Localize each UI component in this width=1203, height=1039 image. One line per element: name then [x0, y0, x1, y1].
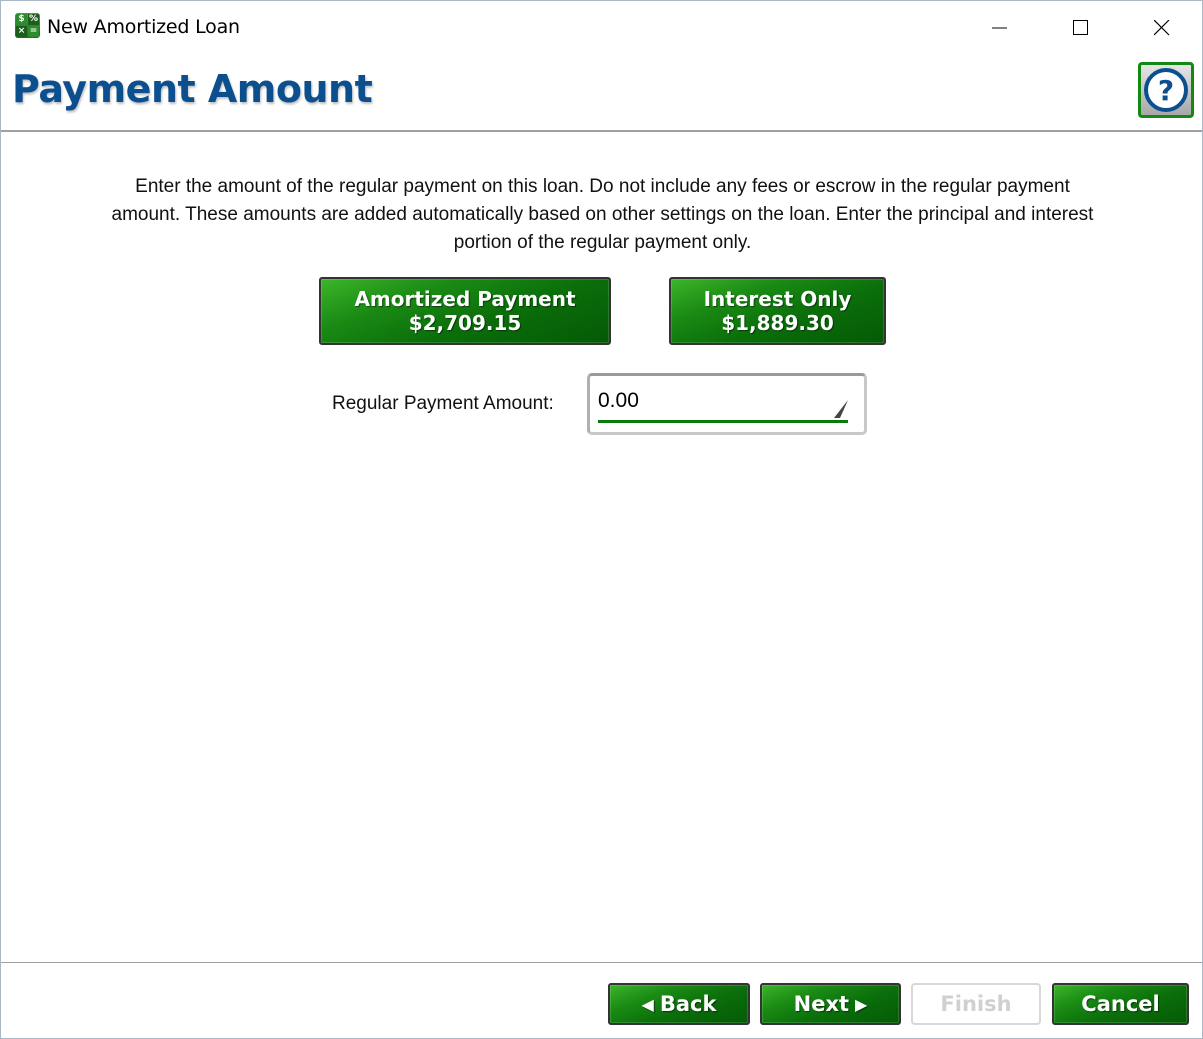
- next-button[interactable]: Next ▶: [760, 983, 901, 1025]
- interest-only-amount: $1,889.30: [721, 311, 834, 335]
- title-bar: $ % × = New Amortized Loan: [1, 1, 1202, 55]
- multiply-glyph: ×: [16, 26, 27, 37]
- finish-button[interactable]: Finish: [911, 983, 1041, 1025]
- cancel-button[interactable]: Cancel: [1052, 983, 1189, 1025]
- regular-payment-input[interactable]: [598, 386, 838, 416]
- instructions-text: Enter the amount of the regular payment …: [111, 176, 1094, 253]
- minimize-icon: [992, 27, 1007, 29]
- percent-glyph: %: [28, 14, 39, 25]
- help-button[interactable]: ?: [1138, 62, 1194, 118]
- maximize-icon: [1073, 20, 1088, 35]
- minimize-button[interactable]: [977, 11, 1023, 45]
- calculator-app-icon: $ % × =: [15, 13, 40, 38]
- back-button[interactable]: ◀ Back: [608, 983, 750, 1025]
- regular-payment-field[interactable]: [587, 373, 867, 435]
- cancel-label: Cancel: [1081, 992, 1160, 1016]
- field-underline: [598, 420, 848, 423]
- dollar-glyph: $: [16, 14, 27, 25]
- amortized-payment-label: Amortized Payment: [354, 287, 576, 311]
- footer-divider: [1, 962, 1202, 963]
- close-button[interactable]: [1139, 11, 1185, 45]
- resize-corner-icon: [834, 400, 848, 418]
- dialog-window: $ % × = New Amortized Loan Payment Amoun…: [0, 0, 1203, 1039]
- back-label: Back: [659, 992, 717, 1016]
- regular-payment-label: Regular Payment Amount:: [332, 393, 554, 414]
- back-arrow-icon: ◀: [641, 994, 654, 1014]
- amortized-payment-button[interactable]: Amortized Payment $2,709.15: [319, 277, 611, 345]
- next-arrow-icon: ▶: [855, 994, 868, 1014]
- header-divider: [1, 130, 1202, 132]
- next-label: Next: [793, 992, 850, 1016]
- amortized-payment-amount: $2,709.15: [408, 311, 522, 335]
- page-title: Payment Amount: [12, 67, 373, 111]
- help-question-icon: ?: [1144, 68, 1188, 112]
- maximize-button[interactable]: [1058, 11, 1104, 45]
- finish-label: Finish: [940, 992, 1012, 1016]
- window-title: New Amortized Loan: [47, 16, 240, 38]
- equals-glyph: =: [28, 26, 39, 37]
- close-icon: [1154, 20, 1170, 36]
- interest-only-label: Interest Only: [703, 287, 852, 311]
- interest-only-button[interactable]: Interest Only $1,889.30: [669, 277, 886, 345]
